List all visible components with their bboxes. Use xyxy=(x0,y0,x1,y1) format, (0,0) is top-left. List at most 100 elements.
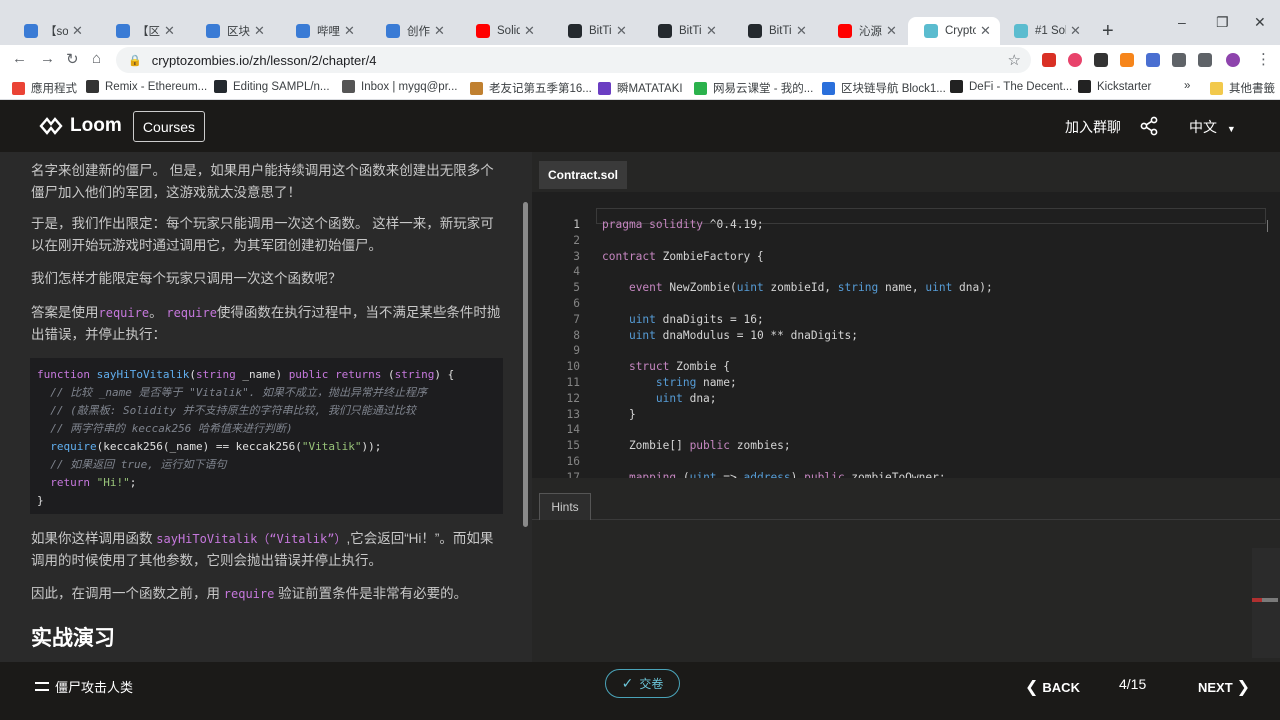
code-line[interactable]: 13 } xyxy=(532,407,1280,423)
tab-hints[interactable]: Hints xyxy=(539,493,591,520)
lesson-scrollbar[interactable] xyxy=(523,202,528,527)
browser-tab[interactable]: 沁源的 ✕ xyxy=(822,17,906,45)
code-line[interactable]: 5 event NewZombie(uint zombieId, string … xyxy=(532,280,1280,296)
browser-tab[interactable]: 区块链从 ✕ xyxy=(190,17,274,45)
bookmark-item[interactable]: 瞬MATATAKI xyxy=(598,80,683,96)
bookmark-item[interactable]: Remix - Ethereum... xyxy=(86,80,207,93)
code-line[interactable]: 3 contract ZombieFactory { xyxy=(532,249,1280,265)
code-token: NewZombie( xyxy=(662,281,737,295)
browser-tab[interactable]: #1 Solid ✕ xyxy=(998,17,1090,45)
courses-button[interactable]: Courses xyxy=(133,111,205,142)
more-menu-icon[interactable]: ⋮ xyxy=(1256,50,1271,68)
code-line[interactable]: 2 xyxy=(532,233,1280,249)
code-editor[interactable]: 1 pragma solidity ^0.4.19; 2 3 contract Zomb… xyxy=(532,192,1280,478)
bookmark-item[interactable]: Kickstarter xyxy=(1078,80,1151,93)
code-line[interactable]: 6 xyxy=(532,296,1280,312)
bookmark-item[interactable]: 應用程式 xyxy=(12,80,77,96)
code-line[interactable]: 17 mapping (uint => address) public zomb… xyxy=(532,470,1280,478)
close-icon[interactable]: ✕ xyxy=(434,23,448,39)
code-line[interactable]: 4 xyxy=(532,264,1280,280)
maximize-icon[interactable]: ❐ xyxy=(1216,14,1229,31)
code-line[interactable]: 16 xyxy=(532,454,1280,470)
browser-tab[interactable]: BitTiger ✕ xyxy=(552,17,636,45)
code-line[interactable]: 8 uint dnaModulus = 10 ** dnaDigits; xyxy=(532,328,1280,344)
back-button[interactable]: ❮ BACK xyxy=(1025,677,1080,697)
url-text[interactable]: cryptozombies.io/zh/lesson/2/chapter/4 xyxy=(152,53,377,68)
chapter-menu-button[interactable]: 僵尸攻击人类 xyxy=(35,677,133,696)
close-icon[interactable]: ✕ xyxy=(796,23,810,39)
close-icon[interactable]: ✕ xyxy=(980,23,994,39)
bookmark-item[interactable]: DeFi - The Decent... xyxy=(950,80,1072,93)
address-bar[interactable]: 🔒 cryptozombies.io/zh/lesson/2/chapter/4… xyxy=(116,47,1031,73)
tab-title: 【solidit xyxy=(45,26,68,38)
close-icon[interactable]: ✕ xyxy=(164,23,178,39)
bookmarks-overflow-button[interactable]: » xyxy=(1184,80,1190,92)
code-line[interactable]: 12 uint dna; xyxy=(532,391,1280,407)
extension-icon[interactable] xyxy=(1042,53,1056,67)
code-text: string name; xyxy=(602,375,737,391)
join-group-link[interactable]: 加入群聊 xyxy=(1065,117,1121,137)
close-icon[interactable]: ✕ xyxy=(706,23,720,39)
bookmark-item[interactable]: Inbox | mygq@pr... xyxy=(342,80,457,93)
extension-icon[interactable] xyxy=(1094,53,1108,67)
browser-tab[interactable]: BitTiger ✕ xyxy=(642,17,726,45)
metamask-icon[interactable] xyxy=(1120,53,1134,67)
forward-arrow-icon[interactable]: → xyxy=(40,50,55,67)
bookmark-item[interactable]: 区块链导航 Block1... xyxy=(822,80,946,96)
close-icon[interactable]: ✕ xyxy=(1070,23,1084,39)
browser-tab[interactable]: 【solidit ✕ xyxy=(8,17,92,45)
code-line[interactable]: 10 struct Zombie { xyxy=(532,359,1280,375)
media-icon[interactable] xyxy=(1198,53,1212,67)
text: 如果你这样调用函数 xyxy=(31,531,157,546)
line-number: 10 xyxy=(566,360,580,374)
loom-logo[interactable]: Loom xyxy=(38,115,122,137)
browser-tab[interactable]: BitTiger ✕ xyxy=(732,17,816,45)
code-text: pragma solidity ^0.4.19; xyxy=(602,217,764,233)
code-line[interactable]: 15 Zombie[] public zombies; xyxy=(532,438,1280,454)
line-number: 17 xyxy=(566,470,580,478)
browser-tab[interactable]: 创作中心 ✕ xyxy=(370,17,454,45)
code-line[interactable]: 11 string name; xyxy=(532,375,1280,391)
bookmark-item[interactable]: Editing SAMPL/n... xyxy=(214,80,330,93)
bookmark-favicon-icon xyxy=(470,81,483,95)
other-bookmarks[interactable]: 其他書籤 xyxy=(1210,80,1275,96)
code-line[interactable]: 9 xyxy=(532,343,1280,359)
minimap[interactable] xyxy=(1252,548,1280,658)
bookmark-item[interactable]: 老友记第五季第16... xyxy=(470,80,592,96)
new-tab-button[interactable]: + xyxy=(1102,20,1114,43)
hints-bar: Hints xyxy=(532,478,1280,520)
browser-tab[interactable]: 【区块链 ✕ xyxy=(100,17,184,45)
file-tab-contract[interactable]: Contract.sol xyxy=(539,161,627,189)
close-icon[interactable]: ✕ xyxy=(344,23,358,39)
editor-scrollbar[interactable] xyxy=(1267,220,1268,232)
submit-answer-button[interactable]: ✓ 交卷 xyxy=(605,669,680,698)
home-icon[interactable]: ⌂ xyxy=(92,50,101,67)
bookmark-item[interactable]: 网易云课堂 - 我的... xyxy=(694,80,813,96)
reload-icon[interactable]: ↻ xyxy=(66,50,79,68)
puzzle-icon[interactable] xyxy=(1172,53,1186,67)
close-window-icon[interactable]: ✕ xyxy=(1254,14,1266,31)
share-icon[interactable] xyxy=(1139,116,1159,136)
close-icon[interactable]: ✕ xyxy=(886,23,900,39)
bookmark-label: 网易云课堂 - 我的... xyxy=(713,83,814,95)
extension-icon[interactable] xyxy=(1068,53,1082,67)
extension-icon[interactable] xyxy=(1146,53,1160,67)
close-icon[interactable]: ✕ xyxy=(72,23,86,39)
browser-tab[interactable]: Solidity ✕ xyxy=(460,17,544,45)
browser-tab[interactable]: 哔哩哔哩 ✕ xyxy=(280,17,364,45)
close-icon[interactable]: ✕ xyxy=(524,23,538,39)
back-arrow-icon[interactable]: ← xyxy=(12,50,27,67)
language-select[interactable]: 中文 ▼ xyxy=(1189,117,1236,137)
lock-icon[interactable]: 🔒 xyxy=(128,54,142,67)
profile-avatar[interactable] xyxy=(1226,53,1240,67)
next-button[interactable]: NEXT ❯ xyxy=(1198,677,1250,697)
code-line[interactable]: 1 pragma solidity ^0.4.19; xyxy=(532,217,1280,233)
browser-tab[interactable]: CryptoZ ✕ xyxy=(908,17,1000,45)
code-line[interactable]: 14 xyxy=(532,422,1280,438)
close-icon[interactable]: ✕ xyxy=(616,23,630,39)
minimize-icon[interactable]: – xyxy=(1178,14,1186,30)
code-line[interactable]: 7 uint dnaDigits = 16; xyxy=(532,312,1280,328)
bookmark-star-icon[interactable]: ☆ xyxy=(1008,51,1021,69)
close-icon[interactable]: ✕ xyxy=(254,23,268,39)
